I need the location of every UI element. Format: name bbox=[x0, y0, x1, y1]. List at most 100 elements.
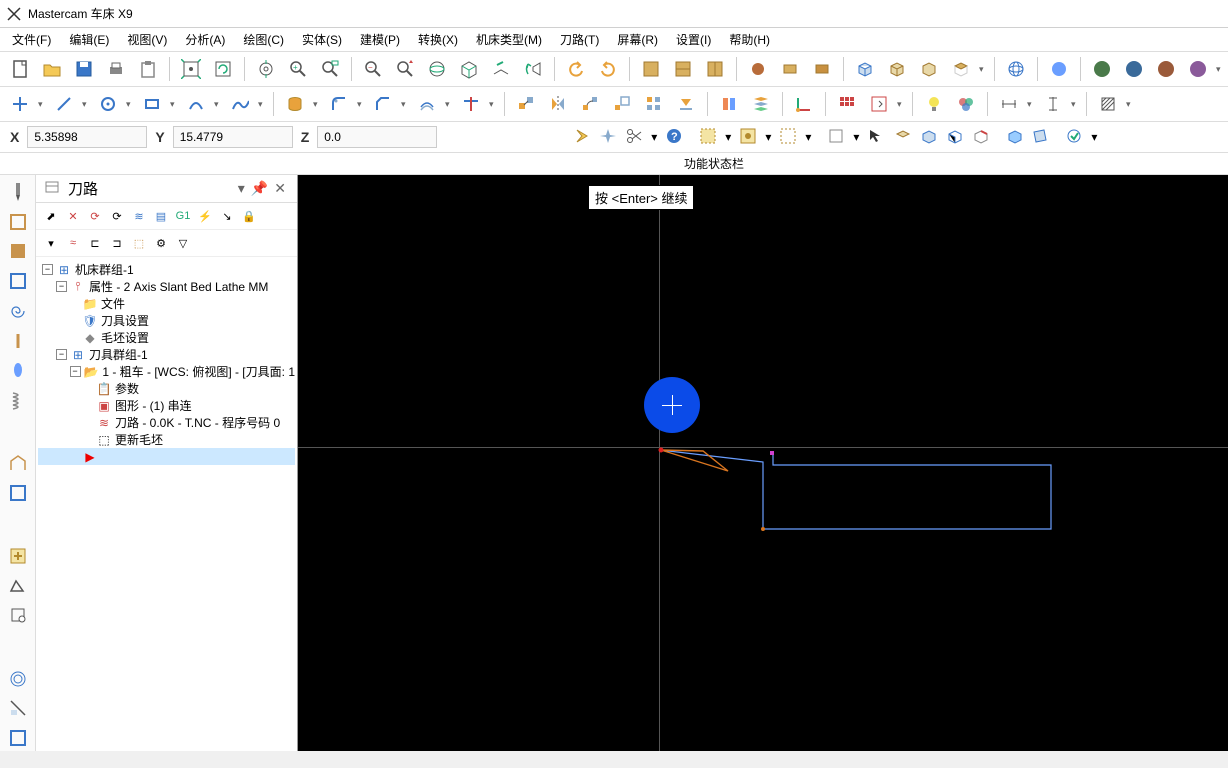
collapse-icon[interactable]: − bbox=[70, 366, 81, 377]
spline-icon[interactable] bbox=[226, 90, 254, 118]
dropdown-icon[interactable]: ▾ bbox=[725, 130, 731, 144]
dropdown-icon[interactable]: ▾ bbox=[313, 99, 321, 110]
tree-properties[interactable]: − ⫯ 属性 - 2 Axis Slant Bed Lathe MM bbox=[38, 278, 295, 295]
spiral-icon[interactable] bbox=[4, 298, 32, 324]
hispeed-icon[interactable]: ⚡ bbox=[196, 207, 214, 225]
tree-geom[interactable]: ▣ 图形 - (1) 串连 bbox=[38, 397, 295, 414]
autocursor-icon[interactable] bbox=[599, 127, 617, 148]
panel-pin-icon[interactable]: 📌 bbox=[248, 180, 271, 197]
tp-display3-icon[interactable]: ⊐ bbox=[108, 234, 126, 252]
dim-horiz-icon[interactable] bbox=[995, 90, 1023, 118]
sel-single-icon[interactable] bbox=[827, 127, 845, 148]
sel-edge-icon[interactable] bbox=[971, 127, 989, 148]
dropdown-icon[interactable]: ▾ bbox=[401, 99, 409, 110]
sel-solid-icon[interactable] bbox=[919, 127, 937, 148]
tree-machine-group[interactable]: − ⊞ 机床群组-1 bbox=[38, 261, 295, 278]
sel-only-icon[interactable] bbox=[739, 127, 757, 148]
dropdown-icon[interactable]: ▾ bbox=[38, 99, 46, 110]
menu-machine[interactable]: 机床类型(M) bbox=[472, 29, 546, 50]
select-dirty-icon[interactable]: ✕ bbox=[64, 207, 82, 225]
menu-toolpaths[interactable]: 刀路(T) bbox=[556, 29, 603, 50]
verify-sel-icon[interactable] bbox=[893, 127, 911, 148]
stock-shade-icon[interactable] bbox=[744, 55, 772, 83]
zoom-target-icon[interactable] bbox=[252, 55, 280, 83]
menu-analyze[interactable]: 分析(A) bbox=[181, 29, 229, 50]
menu-edit[interactable]: 编辑(E) bbox=[65, 29, 113, 50]
collapse-icon[interactable]: − bbox=[56, 281, 67, 292]
dropdown-icon[interactable]: ▾ bbox=[82, 99, 90, 110]
chamfer-icon[interactable] bbox=[369, 90, 397, 118]
xform-project-icon[interactable] bbox=[672, 90, 700, 118]
circle-icon[interactable] bbox=[94, 90, 122, 118]
stock-wire1-icon[interactable] bbox=[776, 55, 804, 83]
sel-last-icon[interactable] bbox=[1065, 127, 1083, 148]
dropdown-icon[interactable]: ▾ bbox=[1216, 64, 1224, 75]
xform-mirror-icon[interactable] bbox=[544, 90, 572, 118]
cube-iso-icon[interactable] bbox=[851, 55, 879, 83]
sel-window-icon[interactable] bbox=[779, 127, 797, 148]
lightbulb-icon[interactable] bbox=[920, 90, 948, 118]
repaint-icon[interactable] bbox=[209, 55, 237, 83]
dropdown-icon[interactable]: ▾ bbox=[651, 130, 657, 144]
x-input[interactable] bbox=[27, 126, 147, 148]
spring-icon[interactable] bbox=[4, 387, 32, 413]
groove-icon[interactable] bbox=[4, 357, 32, 383]
sel-all-icon[interactable] bbox=[699, 127, 717, 148]
xform-array-icon[interactable] bbox=[640, 90, 668, 118]
collapse-icon[interactable]: − bbox=[42, 264, 53, 275]
grid-expand-icon[interactable] bbox=[865, 90, 893, 118]
tree-stock-settings[interactable]: ◆ 毛坯设置 bbox=[38, 329, 295, 346]
dropdown-icon[interactable]: ▾ bbox=[1027, 99, 1035, 110]
tp-filter-icon[interactable]: ▽ bbox=[174, 234, 192, 252]
tp-display2-icon[interactable]: ⊏ bbox=[86, 234, 104, 252]
tree-insert-marker[interactable]: ▶ bbox=[38, 448, 295, 465]
spiral-2-icon[interactable] bbox=[4, 666, 32, 692]
operations-tree[interactable]: − ⊞ 机床群组-1 − ⫯ 属性 - 2 Axis Slant Bed Lat… bbox=[36, 257, 297, 751]
menu-solids[interactable]: 实体(S) bbox=[298, 29, 346, 50]
rough-outline-icon[interactable] bbox=[4, 209, 32, 235]
tree-toolpath-nc[interactable]: ≋ 刀路 - 0.0K - T.NC - 程序号码 0 bbox=[38, 414, 295, 431]
previous-view-icon[interactable] bbox=[519, 55, 547, 83]
dyn-rotate-icon[interactable] bbox=[423, 55, 451, 83]
dim-vert-icon[interactable] bbox=[1039, 90, 1067, 118]
undo-icon[interactable] bbox=[562, 55, 590, 83]
profile-3-icon[interactable] bbox=[4, 573, 32, 599]
wireframe-icon[interactable] bbox=[1002, 55, 1030, 83]
menu-settings[interactable]: 设置(I) bbox=[672, 29, 715, 50]
point-icon[interactable] bbox=[6, 90, 34, 118]
dropdown-icon[interactable]: ▾ bbox=[126, 99, 134, 110]
named-view-icon[interactable] bbox=[455, 55, 483, 83]
tp-options-icon[interactable]: ⚙ bbox=[152, 234, 170, 252]
cube-top-icon[interactable] bbox=[947, 55, 975, 83]
material-1-icon[interactable] bbox=[1088, 55, 1116, 83]
unzoom-icon[interactable]: − bbox=[359, 55, 387, 83]
color-cycle-icon[interactable] bbox=[952, 90, 980, 118]
dropdown-icon[interactable]: ▾ bbox=[979, 64, 987, 75]
tree-update-stock[interactable]: ⬚ 更新毛坯 bbox=[38, 431, 295, 448]
regen-all-icon[interactable]: ⟳ bbox=[108, 207, 126, 225]
sel-sheet-icon[interactable] bbox=[1031, 127, 1049, 148]
layer-visible-icon[interactable] bbox=[715, 90, 743, 118]
tp-tool-icon[interactable]: ⬚ bbox=[130, 234, 148, 252]
xform-scale-icon[interactable] bbox=[608, 90, 636, 118]
hatch-icon[interactable] bbox=[1094, 90, 1122, 118]
section-view-icon[interactable] bbox=[487, 55, 515, 83]
lock-icon[interactable]: 🔒 bbox=[240, 207, 258, 225]
fillet-icon[interactable] bbox=[325, 90, 353, 118]
redo-icon[interactable] bbox=[594, 55, 622, 83]
material-3-icon[interactable] bbox=[1152, 55, 1180, 83]
line-icon[interactable] bbox=[50, 90, 78, 118]
dropdown-icon[interactable]: ▾ bbox=[258, 99, 266, 110]
print-icon[interactable] bbox=[102, 55, 130, 83]
material-4-icon[interactable] bbox=[1184, 55, 1212, 83]
zoom-window-icon[interactable]: + bbox=[284, 55, 312, 83]
dropdown-icon[interactable]: ▾ bbox=[853, 130, 859, 144]
sel-arrow-icon[interactable] bbox=[867, 127, 885, 148]
verify-icon[interactable]: ▤ bbox=[152, 207, 170, 225]
help-icon[interactable]: ? bbox=[665, 127, 683, 148]
profile-1-icon[interactable] bbox=[4, 450, 32, 476]
menu-view[interactable]: 视图(V) bbox=[123, 29, 171, 50]
tree-files[interactable]: 📁 文件 bbox=[38, 295, 295, 312]
plane-side-icon[interactable] bbox=[701, 55, 729, 83]
cylinder-icon[interactable] bbox=[281, 90, 309, 118]
